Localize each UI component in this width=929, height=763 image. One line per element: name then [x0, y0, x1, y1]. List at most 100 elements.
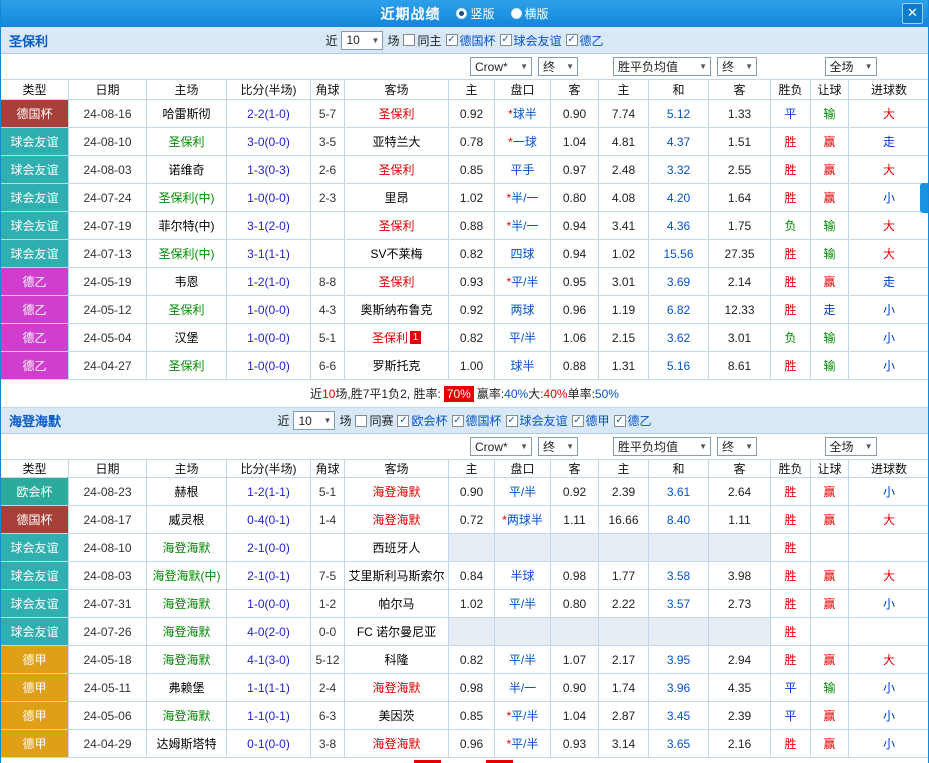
euro-lose-odds: 1.51: [709, 128, 771, 156]
asian-handicap: [495, 534, 551, 562]
checkbox-icon: ✓: [452, 415, 464, 427]
scope-select[interactable]: 全场▼: [825, 57, 877, 76]
euro-win-odds: 2.22: [599, 590, 649, 618]
filter-checkbox-德乙[interactable]: ✓德乙: [614, 412, 652, 429]
euro-win-odds: 3.41: [599, 212, 649, 240]
filter-checkbox-球会友谊[interactable]: ✓球会友谊: [500, 32, 562, 49]
euro-lose-odds: 2.39: [709, 702, 771, 730]
match-date: 24-07-19: [69, 212, 147, 240]
recent-results-panel: 近期战绩 竖版 横版 ✕ 圣保利 近10▼场同主✓德国杯✓球会友谊✓德乙 Cro…: [0, 0, 929, 763]
filter-checkbox-德国杯[interactable]: ✓德国杯: [446, 32, 496, 49]
layout-radio-vertical[interactable]: 竖版: [456, 5, 494, 22]
scope-select[interactable]: 全场▼: [825, 437, 877, 456]
handicap-result-flag: 赢: [811, 702, 849, 730]
col-header-euro-lose: 客: [709, 80, 771, 100]
handicap-result-flag: 输: [811, 352, 849, 380]
euro-draw-odds: 3.61: [649, 478, 709, 506]
match-row: 球会友谊24-07-24圣保利(中)1-0(0-0)2-3里昂1.02*半/一0…: [1, 184, 928, 212]
league-badge: 球会友谊: [1, 618, 69, 646]
summary-text: 近: [310, 385, 322, 402]
filter-checkbox-德乙[interactable]: ✓德乙: [566, 32, 604, 49]
col-header-asian-result: 让球: [811, 460, 849, 478]
league-badge: 球会友谊: [1, 534, 69, 562]
corner-count: 5-1: [311, 478, 345, 506]
match-score: 1-0(0-0): [227, 296, 311, 324]
side-scroll-handle[interactable]: [920, 183, 928, 213]
asian-handicap: 两球: [495, 296, 551, 324]
match-date: 24-05-19: [69, 268, 147, 296]
filter-checkbox-球会友谊[interactable]: ✓球会友谊: [506, 412, 568, 429]
corner-count: 7-5: [311, 562, 345, 590]
radio-selected-icon: [456, 8, 467, 19]
goals-flag: 大: [849, 156, 929, 184]
odds-company-select[interactable]: Crow*▼: [470, 57, 532, 76]
chevron-down-icon: ▼: [745, 442, 753, 451]
home-team: 圣保利: [147, 352, 227, 380]
match-date: 24-04-29: [69, 730, 147, 758]
asian-home-odds: 1.02: [449, 184, 495, 212]
asian-handicap: *两球半: [495, 506, 551, 534]
recent-count-select[interactable]: 10▼: [341, 31, 383, 50]
asian-home-odds: 0.96: [449, 730, 495, 758]
col-header-home: 主场: [147, 80, 227, 100]
euro-time-select[interactable]: 终▼: [717, 437, 757, 456]
asian-handicap: 半球: [495, 562, 551, 590]
col-header-handicap: 盘口: [495, 80, 551, 100]
euro-win-odds: 4.81: [599, 128, 649, 156]
euro-lose-odds: [709, 534, 771, 562]
euro-win-odds: 1.31: [599, 352, 649, 380]
section-header: 圣保利 近10▼场同主✓德国杯✓球会友谊✓德乙: [1, 27, 928, 54]
match-score: 3-0(0-0): [227, 128, 311, 156]
euro-draw-odds: 3.32: [649, 156, 709, 184]
summary-text: 10: [322, 387, 335, 401]
goals-flag: 小: [849, 590, 929, 618]
away-team: 亚特兰大: [345, 128, 449, 156]
euro-odds-select[interactable]: 胜平负均值▼: [613, 57, 711, 76]
filter-checkbox-德国杯[interactable]: ✓德国杯: [452, 412, 502, 429]
away-team: 圣保利1: [345, 324, 449, 352]
handicap-result-flag: 赢: [811, 128, 849, 156]
away-team: 西班牙人: [345, 534, 449, 562]
corner-count: 2-6: [311, 156, 345, 184]
match-row: 德乙24-05-12圣保利1-0(0-0)4-3奥斯纳布鲁克0.92两球0.96…: [1, 296, 928, 324]
result-flag: 胜: [771, 156, 811, 184]
checkbox-label: 德乙: [580, 32, 604, 49]
filter-checkbox-欧会杯[interactable]: ✓欧会杯: [397, 412, 447, 429]
team-section-stpauli: 圣保利 近10▼场同主✓德国杯✓球会友谊✓德乙 Crow*▼ 终▼ 胜平负均值▼…: [1, 27, 928, 408]
corner-count: 1-4: [311, 506, 345, 534]
col-header-result: 胜负: [771, 460, 811, 478]
odds-company-select[interactable]: Crow*▼: [470, 437, 532, 456]
euro-lose-odds: 4.35: [709, 674, 771, 702]
home-team: 圣保利: [147, 128, 227, 156]
layout-radio-horizontal[interactable]: 横版: [511, 5, 549, 22]
corner-count: 4-3: [311, 296, 345, 324]
euro-odds-select[interactable]: 胜平负均值▼: [613, 437, 711, 456]
league-badge: 球会友谊: [1, 184, 69, 212]
match-row: 球会友谊24-07-26海登海默4-0(2-0)0-0FC 诺尔曼尼亚胜: [1, 618, 928, 646]
home-team: 海登海默(中): [147, 562, 227, 590]
handicap-result-flag: 走: [811, 296, 849, 324]
recent-count-select[interactable]: 10▼: [293, 411, 335, 430]
filter-checkbox-同主[interactable]: 同主: [403, 32, 441, 49]
filter-checkbox-同赛[interactable]: 同赛: [355, 412, 393, 429]
home-team: 赫根: [147, 478, 227, 506]
odds-time-select[interactable]: 终▼: [538, 57, 578, 76]
asian-away-odds: 0.97: [551, 156, 599, 184]
goals-flag: 大: [849, 240, 929, 268]
asian-away-odds: 0.94: [551, 212, 599, 240]
result-flag: 胜: [771, 478, 811, 506]
euro-time-select[interactable]: 终▼: [717, 57, 757, 76]
summary-text: 40%: [544, 387, 568, 401]
checkbox-label: 同赛: [369, 412, 393, 429]
odds-time-select[interactable]: 终▼: [538, 437, 578, 456]
euro-win-odds: 1.77: [599, 562, 649, 590]
away-team: 科隆: [345, 646, 449, 674]
result-flag: 胜: [771, 562, 811, 590]
asian-home-odds: 0.93: [449, 268, 495, 296]
col-header-score: 比分(半场): [227, 460, 311, 478]
corner-count: 5-12: [311, 646, 345, 674]
away-team: 里昂: [345, 184, 449, 212]
filter-checkbox-德甲[interactable]: ✓德甲: [572, 412, 610, 429]
match-score: 1-0(0-0): [227, 590, 311, 618]
close-icon[interactable]: ✕: [902, 3, 923, 24]
